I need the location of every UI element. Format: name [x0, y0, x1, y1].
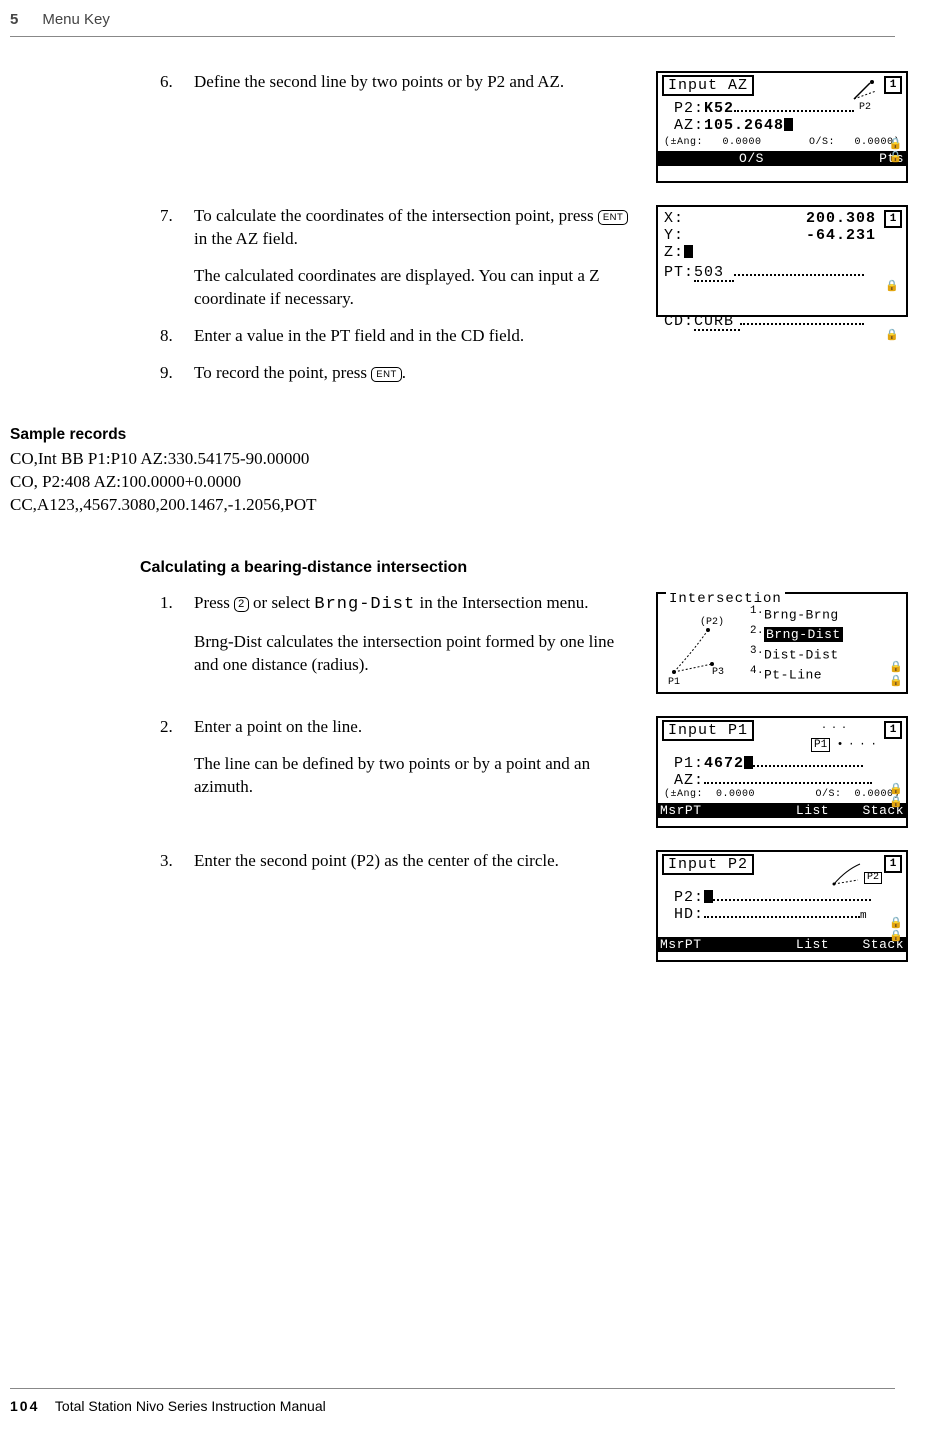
svg-text:P3: P3 — [712, 667, 724, 678]
menu-item[interactable]: Brng-Brng — [764, 608, 839, 623]
step-text: Enter a value in the PT field and in the… — [194, 325, 640, 348]
step-text: Press 2 or select Brng-Dist in the Inter… — [194, 592, 640, 617]
step-number: 8. — [160, 325, 194, 348]
menu-item[interactable]: Dist-Dist — [764, 647, 839, 662]
p1-tag-icon: P1 — [811, 738, 830, 752]
step-number: 6. — [160, 71, 194, 94]
page-header: 5 Menu Key — [10, 10, 895, 30]
step-number: 9. — [160, 362, 194, 385]
p2-sketch-icon: P2 — [830, 860, 880, 894]
lock-icon: 🔒 — [889, 785, 903, 796]
step-number: 1. — [160, 592, 194, 615]
lcd-input-p2: Input P2 1 P2 P2: HD:m 🔒 🔒 — [656, 850, 908, 962]
sample-line: CC,A123,,4567.3080,200.1467,-1.2056,POT — [10, 494, 895, 517]
section-number: 5 — [10, 10, 18, 30]
manual-title: Total Station Nivo Series Instruction Ma… — [55, 1398, 326, 1414]
page-indicator-icon: 1 — [884, 76, 902, 94]
menu-item[interactable]: Pt-Line — [764, 667, 822, 682]
lock-icon: 🔒 — [889, 932, 903, 943]
ent-key-icon: ENT — [598, 210, 629, 225]
step-text: To calculate the coordinates of the inte… — [194, 205, 640, 251]
intersection-diagram-icon: (P2) P1 P3 — [664, 612, 738, 682]
lcd-intersection-menu: Intersection (P2) P1 P3 — [656, 592, 908, 694]
sample-line: CO, P2:408 AZ:100.0000+0.0000 — [10, 471, 895, 494]
sample-records: Sample records CO,Int BB P1:P10 AZ:330.5… — [10, 425, 895, 517]
lcd-coordinates: 1 X:200.308 Y:-64.231 Z: PT:503 🔒 CD:CUR… — [656, 205, 908, 317]
header-rule — [10, 36, 895, 37]
menu-item-selected[interactable]: Brng-Dist — [764, 627, 843, 642]
dotted-line-icon: · · · — [821, 724, 846, 734]
lock-icon: 🔒 — [885, 282, 900, 293]
step-text: Brng-Dist calculates the intersection po… — [194, 631, 640, 677]
softkey-bar: O/S Pts — [658, 151, 906, 166]
svg-text:(P2): (P2) — [700, 616, 724, 628]
two-key-icon: 2 — [234, 597, 249, 612]
lock-icon: 🔒 — [889, 798, 903, 809]
softkey-bar: MsrPT List Stack — [658, 937, 906, 952]
page-indicator-icon: 1 — [884, 210, 902, 228]
lcd-input-p1: Input P1 1 P1 • · · · · · · P1:4672 AZ: … — [656, 716, 908, 828]
step-text: Define the second line by two points or … — [194, 71, 640, 94]
lock-icon: 🔒 — [889, 140, 903, 151]
section-title: Menu Key — [42, 10, 110, 30]
lock-icon: 🔒 — [889, 153, 903, 164]
lcd-title: Input P2 — [662, 854, 754, 875]
page-number: 104 — [10, 1398, 39, 1414]
sample-line: CO,Int BB P1:P10 AZ:330.54175-90.00000 — [10, 448, 895, 471]
lock-icon: 🔒 — [885, 331, 900, 342]
ent-key-icon: ENT — [371, 367, 402, 382]
sample-heading: Sample records — [10, 425, 895, 446]
step-text: The calculated coordinates are displayed… — [194, 265, 640, 311]
lock-icon: 🔒 — [889, 919, 903, 930]
footer-rule — [10, 1388, 895, 1389]
p2-sketch-icon: P2 — [848, 77, 882, 113]
lcd-title: Input AZ — [662, 75, 754, 96]
subheading: Calculating a bearing-distance intersect… — [140, 557, 895, 579]
step-text: Enter the second point (P2) as the cente… — [194, 850, 640, 873]
page-indicator-icon: 1 — [884, 855, 902, 873]
lock-icon: 🔒 — [889, 677, 903, 688]
step-number: 3. — [160, 850, 194, 873]
page-footer: 104 Total Station Nivo Series Instructio… — [10, 1388, 895, 1418]
step-text: Enter a point on the line. — [194, 716, 640, 739]
step-text: To record the point, press ENT. — [194, 362, 640, 385]
softkey-bar: MsrPT List Stack — [658, 803, 906, 818]
svg-text:P1: P1 — [668, 677, 680, 686]
lcd-title: Input P1 — [662, 720, 754, 741]
step-number: 2. — [160, 716, 194, 739]
lcd-input-az: Input AZ 1 P2 P2:K52 AZ:105.2648 (±Ang: — [656, 71, 908, 183]
step-text: The line can be defined by two points or… — [194, 753, 640, 799]
lock-icon: 🔒 — [889, 663, 903, 674]
page-indicator-icon: 1 — [884, 721, 902, 739]
step-number: 7. — [160, 205, 194, 228]
